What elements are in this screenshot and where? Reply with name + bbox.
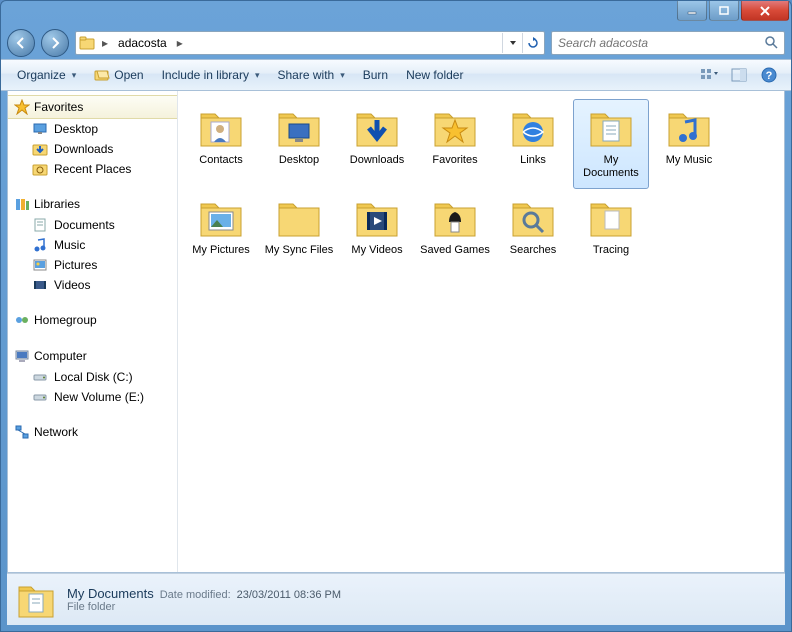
folder-icon — [275, 194, 323, 242]
item-tracing[interactable]: Tracing — [573, 189, 649, 279]
details-modified-value: 23/03/2011 08:36 PM — [237, 589, 341, 601]
search-input[interactable] — [558, 36, 764, 50]
drive-icon — [32, 389, 48, 405]
item-saved-games[interactable]: Saved Games — [417, 189, 493, 279]
item-my-documents[interactable]: My Documents — [573, 99, 649, 189]
item-my-music[interactable]: My Music — [651, 99, 727, 189]
nav-pictures[interactable]: Pictures — [8, 255, 177, 275]
item-favorites[interactable]: Favorites — [417, 99, 493, 189]
close-button[interactable] — [741, 1, 789, 21]
explorer-window: ▸ adacosta ▸ Organize Open Include in li… — [0, 0, 792, 632]
item-desktop[interactable]: Desktop — [261, 99, 337, 189]
nav-videos[interactable]: Videos — [8, 275, 177, 295]
minimize-button[interactable] — [677, 1, 707, 21]
include-library-button[interactable]: Include in library — [154, 64, 268, 86]
share-with-button[interactable]: Share with — [270, 64, 353, 86]
nav-documents[interactable]: Documents — [8, 215, 177, 235]
user-folder-icon — [78, 34, 96, 52]
svg-text:?: ? — [766, 70, 773, 82]
content-area[interactable]: Contacts Desktop Downloads Favorites Lin… — [178, 91, 784, 572]
toolbar: Organize Open Include in library Share w… — [1, 59, 791, 91]
music-icon — [32, 237, 48, 253]
open-button[interactable]: Open — [86, 62, 151, 89]
computer-icon — [14, 348, 30, 364]
drive-icon — [32, 369, 48, 385]
details-text: My Documents Date modified: 23/03/2011 0… — [67, 586, 341, 613]
star-icon — [14, 99, 30, 115]
nav-downloads[interactable]: Downloads — [8, 139, 177, 159]
recent-icon — [32, 161, 48, 177]
nav-desktop[interactable]: Desktop — [8, 119, 177, 139]
videos-icon — [32, 277, 48, 293]
folder-icon — [353, 194, 401, 242]
folder-icon — [587, 104, 635, 152]
breadcrumb-separator-end[interactable]: ▸ — [175, 36, 185, 50]
search-icon — [764, 35, 778, 52]
back-button[interactable] — [7, 29, 35, 57]
folder-icon — [431, 104, 479, 152]
item-searches[interactable]: Searches — [495, 189, 571, 279]
folder-icon — [275, 104, 323, 152]
details-pane: My Documents Date modified: 23/03/2011 0… — [7, 573, 785, 625]
folder-icon — [353, 104, 401, 152]
refresh-button[interactable] — [522, 33, 542, 53]
folder-icon — [197, 104, 245, 152]
address-bar[interactable]: ▸ adacosta ▸ — [75, 31, 545, 55]
item-my-videos[interactable]: My Videos — [339, 189, 415, 279]
new-folder-button[interactable]: New folder — [398, 64, 471, 86]
navigation-pane[interactable]: Favorites Desktop Downloads Recent Place… — [8, 91, 178, 572]
libraries-icon — [14, 196, 30, 212]
maximize-button[interactable] — [709, 1, 739, 21]
details-modified-label: Date modified: — [160, 589, 231, 601]
nav-recent[interactable]: Recent Places — [8, 159, 177, 179]
item-my-pictures[interactable]: My Pictures — [183, 189, 259, 279]
help-button[interactable]: ? — [755, 63, 783, 87]
documents-icon — [32, 217, 48, 233]
item-links[interactable]: Links — [495, 99, 571, 189]
desktop-icon — [32, 121, 48, 137]
titlebar — [1, 1, 791, 27]
item-downloads[interactable]: Downloads — [339, 99, 415, 189]
homegroup-icon — [14, 312, 30, 328]
nav-network-header[interactable]: Network — [8, 421, 177, 443]
nav-libraries-header[interactable]: Libraries — [8, 193, 177, 215]
burn-button[interactable]: Burn — [355, 64, 396, 86]
pictures-icon — [32, 257, 48, 273]
organize-button[interactable]: Organize — [9, 64, 84, 86]
folder-icon — [587, 194, 635, 242]
downloads-icon — [32, 141, 48, 157]
folder-icon — [197, 194, 245, 242]
open-folder-icon — [94, 66, 110, 85]
nav-homegroup-header[interactable]: Homegroup — [8, 309, 177, 331]
body-area: Favorites Desktop Downloads Recent Place… — [7, 91, 785, 573]
breadcrumb-current[interactable]: adacosta — [114, 36, 171, 50]
forward-button[interactable] — [41, 29, 69, 57]
details-type: File folder — [67, 601, 341, 613]
folder-icon — [509, 104, 557, 152]
nav-new-volume-e[interactable]: New Volume (E:) — [8, 387, 177, 407]
folder-icon — [431, 194, 479, 242]
preview-pane-button[interactable] — [725, 63, 753, 87]
search-box[interactable] — [551, 31, 785, 55]
nav-favorites-header[interactable]: Favorites — [8, 95, 177, 119]
nav-computer-header[interactable]: Computer — [8, 345, 177, 367]
details-folder-icon — [15, 579, 57, 621]
nav-local-disk-c[interactable]: Local Disk (C:) — [8, 367, 177, 387]
item-my-sync[interactable]: My Sync Files — [261, 189, 337, 279]
history-dropdown[interactable] — [502, 33, 522, 53]
details-name: My Documents — [67, 586, 154, 601]
folder-icon — [665, 104, 713, 152]
view-options-button[interactable] — [695, 63, 723, 87]
folder-icon — [509, 194, 557, 242]
network-icon — [14, 424, 30, 440]
nav-music[interactable]: Music — [8, 235, 177, 255]
item-contacts[interactable]: Contacts — [183, 99, 259, 189]
breadcrumb-separator[interactable]: ▸ — [100, 36, 110, 50]
address-bar-row: ▸ adacosta ▸ — [1, 27, 791, 59]
